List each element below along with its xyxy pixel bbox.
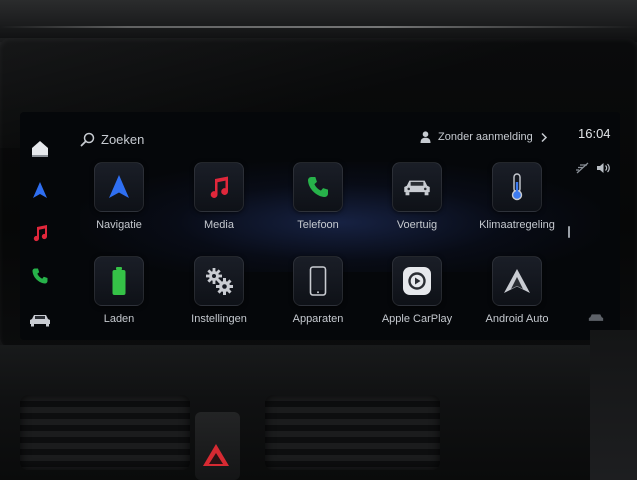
home-icon <box>32 141 48 157</box>
person-icon <box>420 131 431 143</box>
rail-home[interactable] <box>20 134 60 162</box>
app-tile <box>392 256 442 306</box>
app-devices[interactable]: Apparaten <box>268 256 368 336</box>
side-car-status <box>588 310 604 328</box>
scroll-indicator[interactable] <box>568 226 570 238</box>
status-icons <box>575 162 611 174</box>
air-vent-left <box>20 395 190 470</box>
search-label: Zoeken <box>101 131 145 147</box>
rail-navigation[interactable] <box>20 176 60 204</box>
carplay-icon <box>403 267 431 295</box>
phone-icon <box>308 177 328 197</box>
car-icon <box>404 180 430 196</box>
hazard-triangle-inner <box>209 453 223 464</box>
app-android-auto[interactable]: Android Auto <box>467 256 567 336</box>
account-label: Zonder aanmelding <box>438 131 533 143</box>
app-tile <box>492 256 542 306</box>
app-media[interactable]: Media <box>169 162 269 242</box>
app-tile <box>194 256 244 306</box>
car-icon <box>30 315 50 327</box>
shortcut-rail <box>20 128 60 328</box>
gears-icon <box>206 268 233 295</box>
no-signal-icon <box>576 162 589 174</box>
thermometer-icon <box>511 173 523 201</box>
app-charging[interactable]: Laden <box>69 256 169 336</box>
search-icon <box>80 132 95 146</box>
phone-icon <box>32 268 48 284</box>
app-label: Klimaatregeling <box>479 219 555 231</box>
speaker-icon <box>597 163 610 173</box>
rail-vehicle[interactable] <box>20 306 60 334</box>
dashboard-top <box>0 0 637 42</box>
app-vehicle[interactable]: Voertuig <box>367 162 467 242</box>
car-icon <box>588 314 604 321</box>
app-tile <box>194 162 244 212</box>
chevron-right-icon <box>541 132 547 142</box>
app-tile <box>94 256 144 306</box>
clock: 16:04 <box>578 126 611 141</box>
music-note-icon <box>210 176 229 198</box>
app-tile <box>492 162 542 212</box>
app-tile <box>392 162 442 212</box>
app-settings[interactable]: Instellingen <box>169 256 269 336</box>
navigation-arrow-icon <box>109 175 129 198</box>
navigation-arrow-icon <box>33 182 47 198</box>
search-bar[interactable]: Zoeken <box>80 128 144 150</box>
air-vent-right <box>265 395 440 470</box>
battery-icon <box>112 267 126 295</box>
app-navigation[interactable]: Navigatie <box>69 162 169 242</box>
account-button[interactable]: Zonder aanmelding <box>420 128 548 146</box>
right-trim <box>590 330 637 480</box>
dashboard-stitching <box>0 26 637 28</box>
app-label: Android Auto <box>485 313 549 325</box>
music-note-icon <box>33 225 48 242</box>
app-tile <box>94 162 144 212</box>
app-phone[interactable]: Telefoon <box>268 162 368 242</box>
smartphone-icon <box>309 266 327 296</box>
app-tile <box>293 256 343 306</box>
android-auto-icon <box>504 269 530 293</box>
app-tile <box>293 162 343 212</box>
app-climate[interactable]: Klimaatregeling <box>467 162 567 242</box>
app-apple-carplay[interactable]: Apple CarPlay <box>367 256 467 336</box>
rail-phone[interactable] <box>20 262 60 290</box>
rail-media[interactable] <box>20 219 60 247</box>
